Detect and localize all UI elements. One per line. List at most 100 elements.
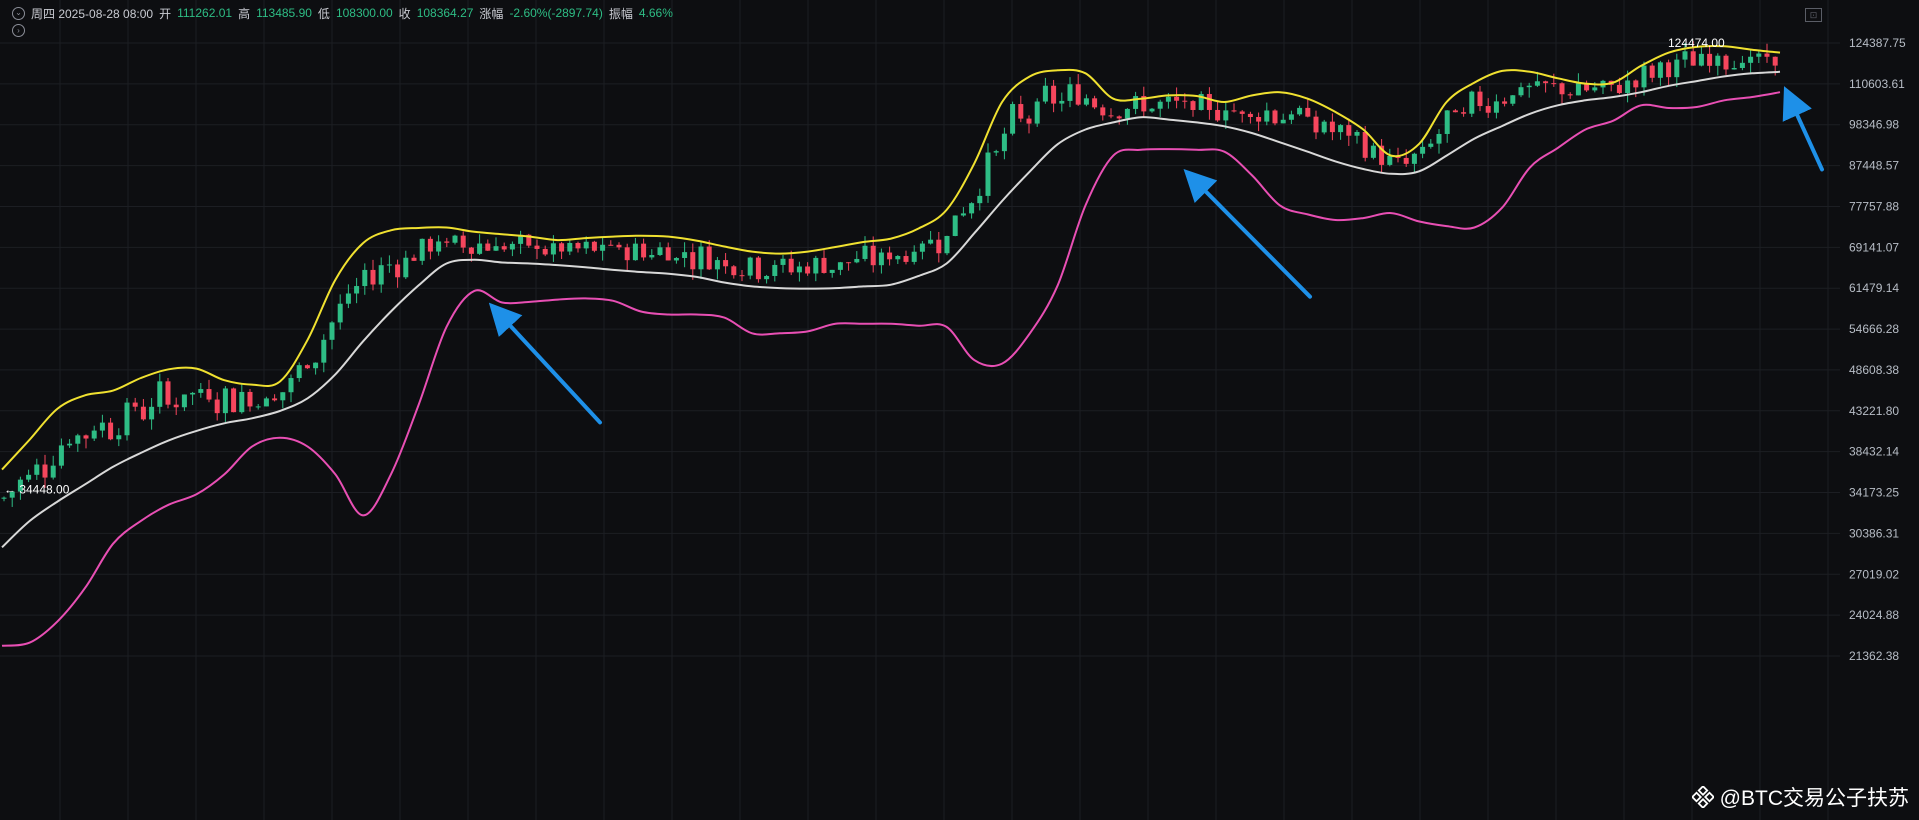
candle-body <box>124 402 130 436</box>
candle-body <box>181 394 187 408</box>
candle-body <box>1698 53 1704 66</box>
y-tick-label: 98346.98 <box>1849 118 1899 132</box>
high-label: 高 <box>238 6 251 21</box>
y-tick-label: 54666.28 <box>1849 322 1899 336</box>
candle-body <box>239 391 245 413</box>
candle-body <box>960 213 966 216</box>
candle-body <box>780 258 786 265</box>
candle-body <box>1206 94 1212 110</box>
candle-body <box>1321 121 1327 133</box>
candle-body <box>378 265 384 285</box>
max-price-label: 124474.00 <box>1668 36 1725 50</box>
candle-body <box>1502 101 1508 104</box>
candle-body <box>1641 65 1647 88</box>
candle-body <box>788 258 794 273</box>
candle-body <box>296 365 302 379</box>
candle-body <box>1436 133 1442 144</box>
change-value: -2.60%(-2897.74) <box>509 6 603 20</box>
candle-body <box>821 257 827 273</box>
candle-body <box>1100 107 1106 116</box>
candle-body <box>75 435 81 444</box>
candle-body <box>1 497 7 499</box>
band-middle <box>1 70 1781 549</box>
candle-body <box>263 398 269 407</box>
binance-logo-icon <box>1690 784 1715 810</box>
candle-body <box>468 247 474 254</box>
candle-body <box>1518 87 1524 96</box>
candle-body <box>1534 81 1540 86</box>
candle-body <box>403 257 409 278</box>
y-tick-label: 48608.38 <box>1849 363 1899 377</box>
candle-body <box>67 443 73 446</box>
candle-body <box>206 389 212 400</box>
candle-body <box>1674 59 1680 78</box>
candle-body <box>846 262 852 264</box>
candle-body <box>641 243 647 258</box>
chevron-down-icon[interactable]: ⌄ <box>12 6 25 20</box>
candle-body <box>354 286 360 294</box>
candle-body <box>1149 108 1155 112</box>
chart-root: 124387.75 110603.61 98346.98 87448.57 77757.… <box>0 0 1919 820</box>
candle-body <box>1182 100 1188 102</box>
candle-body <box>222 388 228 414</box>
band-lower <box>1 91 1781 647</box>
candle-body <box>1346 125 1352 136</box>
candle-body <box>600 244 606 251</box>
candle-body <box>1707 53 1713 66</box>
chevron-right-icon[interactable]: › <box>12 24 25 37</box>
candle-body <box>1370 145 1376 158</box>
candle-body <box>1165 96 1171 102</box>
candle-body <box>1403 157 1409 164</box>
candle-body <box>1018 104 1024 119</box>
annotation-arrow <box>1183 169 1312 299</box>
candle-body <box>1592 87 1598 91</box>
candle-body <box>813 257 819 274</box>
candle-body <box>99 422 105 431</box>
candle-body <box>1485 106 1491 113</box>
candle-body <box>1551 83 1557 85</box>
candle-body <box>731 266 737 276</box>
candle-body <box>829 269 835 273</box>
candle-body <box>559 243 565 252</box>
low-label: 低 <box>317 6 330 21</box>
candle-body <box>895 256 901 260</box>
y-tick-label: 124387.75 <box>1849 36 1906 50</box>
candle-body <box>1075 84 1081 105</box>
candle-body <box>1657 62 1663 78</box>
candle-body <box>1092 98 1098 108</box>
candle-body <box>673 257 679 261</box>
candle-body <box>436 241 442 252</box>
candle-body <box>608 244 614 246</box>
candle-body <box>1772 56 1778 66</box>
candle-body <box>1559 83 1565 95</box>
candle-body <box>231 388 237 413</box>
candle-body <box>83 435 89 439</box>
candle-body <box>1543 81 1549 84</box>
candle-body <box>1297 107 1303 115</box>
candle-body <box>624 247 630 261</box>
min-price-label: ← 34448.00 <box>4 483 70 497</box>
candle-body <box>936 239 942 254</box>
candle-body <box>1616 84 1622 94</box>
candle-body <box>1469 91 1475 114</box>
candle-body <box>411 257 417 261</box>
candle-body <box>1731 67 1737 70</box>
y-tick-label: 69141.07 <box>1849 240 1899 254</box>
candle-body <box>1338 125 1344 133</box>
candle-body <box>1493 101 1499 113</box>
y-tick-label: 43221.80 <box>1849 404 1899 418</box>
annotation-arrow <box>1782 86 1824 172</box>
candle-body <box>345 293 351 304</box>
candle-body <box>985 152 991 196</box>
candle-body <box>386 264 392 266</box>
layout-icon[interactable]: ⊡ <box>1805 8 1822 22</box>
candle-body <box>591 241 597 251</box>
candle-body <box>1633 80 1639 88</box>
candle-body <box>1001 133 1007 152</box>
candle-body <box>911 251 917 262</box>
close-value: 108364.27 <box>416 6 474 20</box>
candle-body <box>444 241 450 243</box>
candle-body <box>34 464 40 475</box>
candlestick-chart[interactable]: 124387.75 110603.61 98346.98 87448.57 77757.… <box>0 0 1919 820</box>
candle-body <box>1575 83 1581 96</box>
